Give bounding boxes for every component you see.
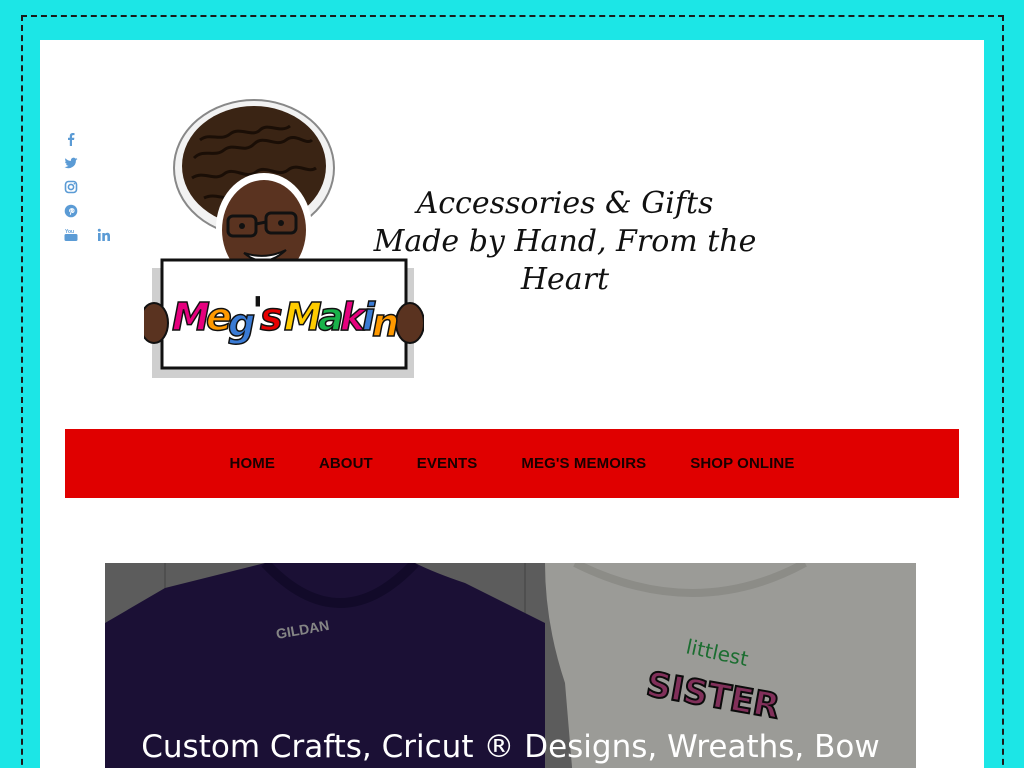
hero-banner: GILDAN littlest SISTER Custom Crafts, Cr… xyxy=(105,563,916,768)
nav-home[interactable]: HOME xyxy=(230,455,275,472)
svg-text:n: n xyxy=(372,301,399,345)
facebook-icon[interactable] xyxy=(64,132,78,146)
page-content: You M e g ' s M a k i n Accessories & Gi… xyxy=(40,40,984,768)
svg-text:s: s xyxy=(260,295,283,339)
nav-shop-online[interactable]: SHOP ONLINE xyxy=(690,455,794,472)
tagline-line-1: Accessories & Gifts xyxy=(416,186,714,221)
nav-about[interactable]: ABOUT xyxy=(319,455,373,472)
svg-text:M: M xyxy=(172,295,210,339)
main-navigation: HOME ABOUT EVENTS MEG'S MEMOIRS SHOP ONL… xyxy=(65,429,959,498)
pinterest-icon[interactable] xyxy=(64,204,78,218)
youtube-icon[interactable]: You xyxy=(64,228,78,242)
twitter-icon[interactable] xyxy=(64,156,78,170)
site-tagline: Accessories & Gifts Made by Hand, From t… xyxy=(330,185,800,299)
hero-title: Custom Crafts, Cricut ® Designs, Wreaths… xyxy=(141,729,880,765)
nav-events[interactable]: EVENTS xyxy=(417,455,478,472)
svg-text:M: M xyxy=(284,295,322,339)
nav-megs-memoirs[interactable]: MEG'S MEMOIRS xyxy=(521,455,646,472)
instagram-icon[interactable] xyxy=(64,180,78,194)
linkedin-icon[interactable] xyxy=(97,228,111,242)
tagline-line-2: Made by Hand, From the Heart xyxy=(373,224,757,297)
